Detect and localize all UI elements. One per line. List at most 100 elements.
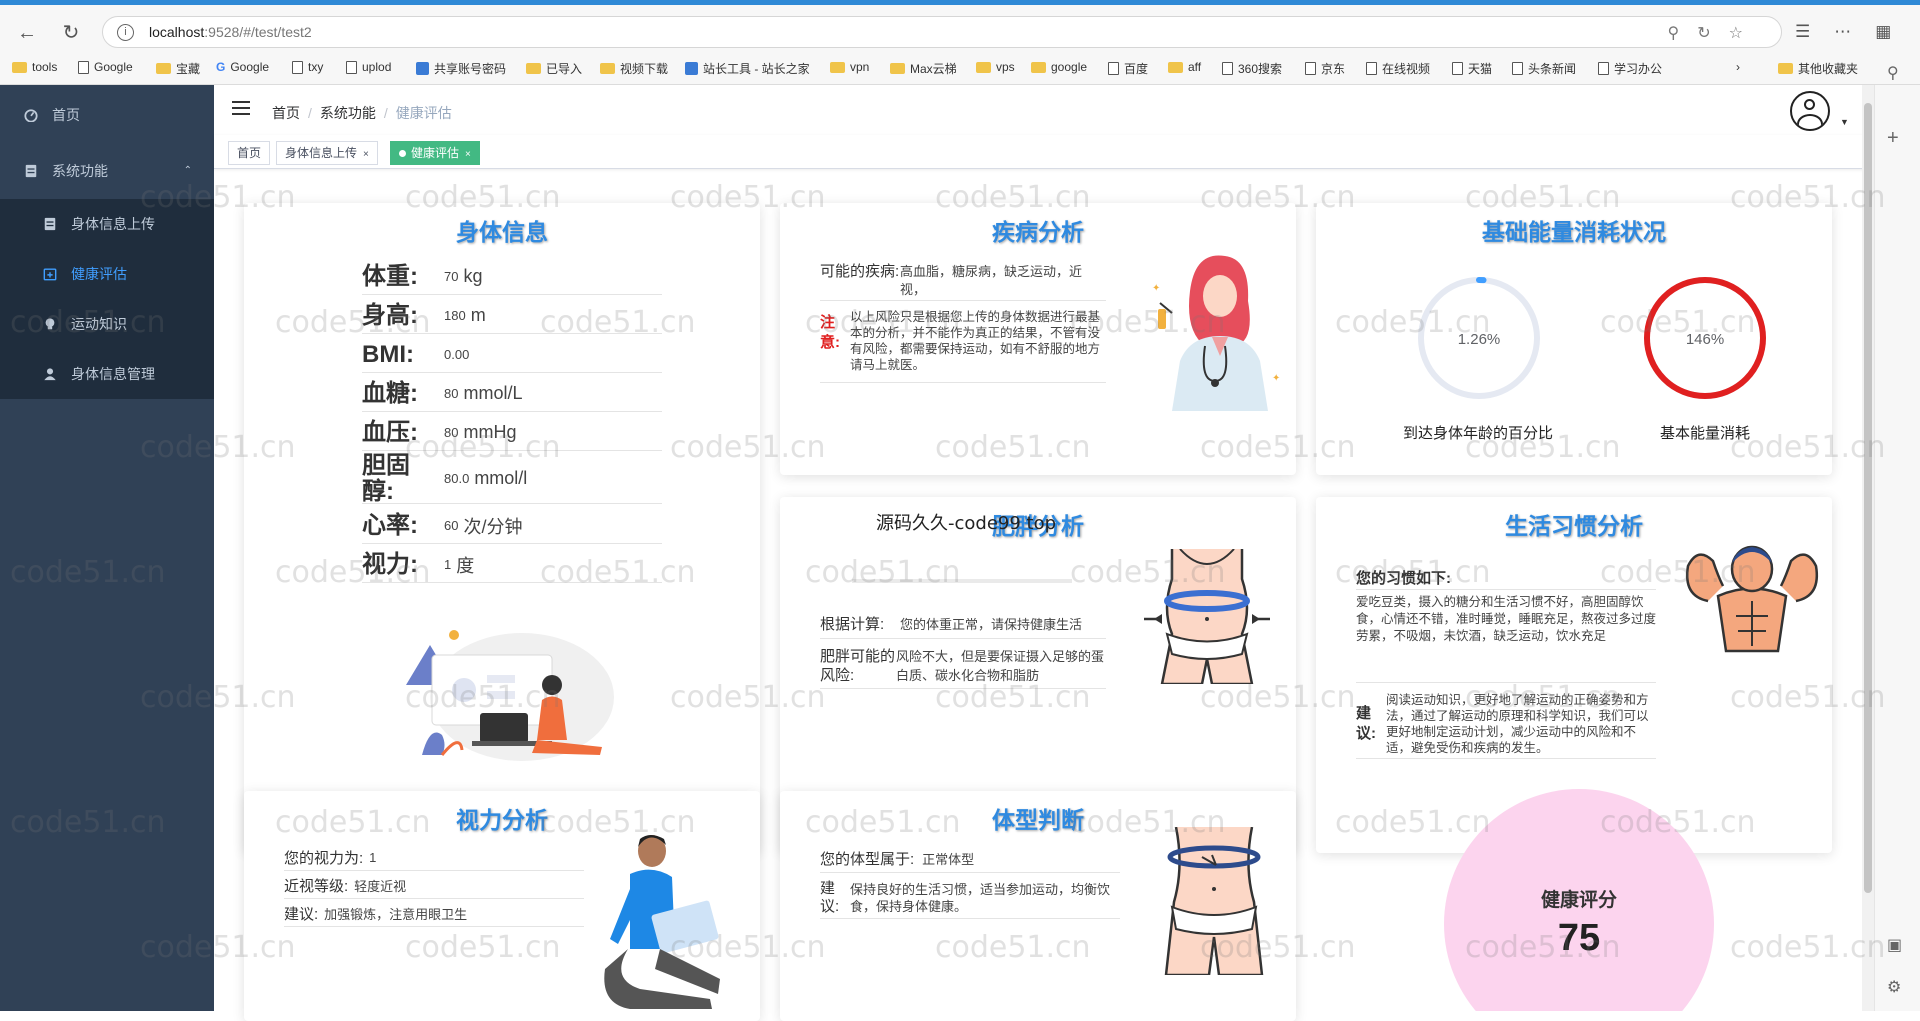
other-bookmarks-folder[interactable]: 其他收藏夹 bbox=[1778, 60, 1858, 77]
body-info-value: 80 bbox=[444, 425, 459, 440]
body-info-row: 胆固醇: 80.0 mmol/l bbox=[362, 452, 662, 504]
bookmark-folder[interactable]: google bbox=[1031, 60, 1087, 74]
bookmark-folder[interactable]: aff bbox=[1168, 60, 1201, 74]
url-text[interactable]: localhost:9528/#/test/test2 bbox=[149, 24, 312, 40]
tag-upload[interactable]: 身体信息上传 × bbox=[276, 141, 378, 165]
tags-view: 首页 身体信息上传 × 健康评估 × bbox=[214, 135, 1920, 169]
body-info-unit: 次/分钟 bbox=[463, 516, 523, 537]
add-icon[interactable]: + bbox=[1887, 127, 1899, 150]
folder-icon bbox=[156, 63, 171, 74]
body-info-unit: mmol/L bbox=[463, 383, 523, 403]
vision-label: 您的视力为: bbox=[284, 850, 364, 867]
possible-disease-value: 高血脂，糖尿病，缺乏运动，近视， bbox=[900, 264, 1083, 297]
sidebar-item-health-eval[interactable]: 健康评估 bbox=[0, 249, 214, 299]
divider bbox=[852, 579, 1072, 583]
breadcrumb-item[interactable]: 首页 bbox=[272, 105, 300, 121]
sidebar-item-system[interactable]: 系统功能 ⌃ bbox=[0, 146, 214, 196]
bookmark-link[interactable]: 在线视频 bbox=[1366, 60, 1430, 77]
site-icon bbox=[416, 62, 429, 75]
gear-icon[interactable]: ⚙ bbox=[1887, 977, 1901, 997]
bookmark-link[interactable]: uplod bbox=[346, 60, 391, 74]
sidebar: 首页 系统功能 ⌃ 身体信息上传 健康评估 运动知识 身体信息管理 bbox=[0, 85, 214, 1011]
body-info-label: 体重: bbox=[362, 262, 418, 290]
bookmarks-more[interactable]: › bbox=[1736, 60, 1740, 74]
note-value: 以上风险只是根据您上传的身体数据进行最基本的分析，并不能作为真正的结果，不管有没… bbox=[850, 310, 1101, 372]
sidebar-item-label: 身体信息管理 bbox=[71, 366, 155, 382]
navbar: 首页 / 系统功能 / 健康评估 ▼ bbox=[214, 85, 1920, 135]
page-icon bbox=[1366, 62, 1377, 75]
bookmark-folder[interactable]: 宝藏 bbox=[156, 60, 200, 77]
avatar[interactable] bbox=[1790, 91, 1830, 131]
close-icon[interactable]: × bbox=[465, 149, 471, 160]
bookmark-folder[interactable]: Max云梯 bbox=[890, 60, 957, 77]
bookmark-folder[interactable]: 视频下载 bbox=[600, 60, 668, 77]
back-icon[interactable]: ← bbox=[12, 18, 42, 48]
slim-waist-illustration bbox=[1164, 827, 1264, 975]
folder-icon bbox=[1168, 61, 1183, 73]
page-icon bbox=[1452, 62, 1463, 75]
advice-label: 建议: bbox=[1356, 704, 1376, 742]
bookmark-folder[interactable]: vpn bbox=[830, 60, 869, 74]
sidebar-item-label: 运动知识 bbox=[71, 316, 127, 332]
doctor-illustration: ✦✦ bbox=[1152, 255, 1280, 411]
sidebar-item-label: 系统功能 bbox=[52, 163, 108, 179]
address-bar-actions[interactable]: ⚲↻☆ bbox=[1668, 23, 1761, 43]
note-row: 注意: 以上风险只是根据您上传的身体数据进行最基本的分析，并不能作为真正的结果，… bbox=[820, 309, 1106, 383]
scrollbar-thumb[interactable] bbox=[1864, 103, 1872, 893]
laptop-woman-illustration bbox=[406, 630, 614, 761]
tag-home[interactable]: 首页 bbox=[228, 141, 271, 165]
gauge-percent: 1.26% bbox=[1458, 331, 1501, 348]
caret-down-icon[interactable]: ▼ bbox=[1840, 117, 1849, 127]
bookmark-link[interactable]: 头条新闻 bbox=[1512, 60, 1576, 77]
body-type-row: 您的体型属于: 正常体型 bbox=[820, 845, 1120, 873]
sidebar-item-exercise[interactable]: 运动知识 bbox=[0, 299, 214, 349]
screenshot-icon[interactable]: ▣ bbox=[1887, 935, 1902, 955]
bookmark-link[interactable]: 360搜索 bbox=[1222, 60, 1282, 77]
user-icon bbox=[44, 368, 56, 381]
body-info-row: 身高: 180 m bbox=[362, 298, 662, 334]
bookmark-link[interactable]: 共享账号密码 bbox=[416, 60, 506, 77]
bookmark-link[interactable]: G Google bbox=[216, 60, 269, 74]
sidebar-item-label: 首页 bbox=[52, 107, 80, 123]
bookmark-link[interactable]: Google bbox=[78, 60, 133, 74]
body-info-unit: mmol/l bbox=[474, 468, 528, 488]
bookmark-link[interactable]: 学习办公 bbox=[1598, 60, 1662, 77]
body-info-row: 血压: 80 mmHg bbox=[362, 415, 662, 451]
site-info-icon[interactable]: i bbox=[117, 24, 134, 41]
bookmark-link[interactable]: 百度 bbox=[1108, 60, 1148, 77]
overlay-watermark-text: 源码久久-code99 top bbox=[876, 513, 1057, 534]
breadcrumb-current: 健康评估 bbox=[395, 105, 452, 121]
possible-disease-row: 可能的疾病: 高血脂，糖尿病，缺乏运动，近视， bbox=[820, 263, 1106, 301]
reload-icon[interactable]: ↻ bbox=[56, 18, 86, 48]
folder-icon bbox=[830, 61, 845, 73]
chevron-up-icon[interactable]: ⌃ bbox=[184, 165, 192, 176]
bookmark-link[interactable]: txy bbox=[292, 60, 323, 74]
breadcrumb: 首页 / 系统功能 / 健康评估 bbox=[272, 105, 452, 121]
close-icon[interactable]: × bbox=[363, 149, 369, 160]
sidebar-item-home[interactable]: 首页 bbox=[0, 90, 214, 140]
page-icon bbox=[1598, 62, 1609, 75]
browser-toolbar-buttons[interactable]: ☰⋯▦ bbox=[1795, 22, 1915, 42]
vision-row: 您的视力为: 1 bbox=[284, 845, 584, 871]
body-info-label: 心率: bbox=[362, 511, 418, 539]
bookmark-link[interactable]: 京东 bbox=[1305, 60, 1345, 77]
bookmark-link[interactable]: 天猫 bbox=[1452, 60, 1492, 77]
bookmark-folder[interactable]: tools bbox=[12, 60, 57, 74]
hamburger-icon[interactable] bbox=[232, 101, 250, 117]
breadcrumb-item[interactable]: 系统功能 bbox=[320, 105, 376, 121]
body-info-label: 身高: bbox=[362, 301, 418, 329]
address-bar[interactable]: i localhost:9528/#/test/test2 ⚲↻☆ bbox=[102, 16, 1782, 48]
sidebar-item-manage[interactable]: 身体信息管理 bbox=[0, 349, 214, 399]
energy-card: 基础能量消耗状况 1.26% 到达身体年龄的百分比 146% 基本能量消耗 bbox=[1316, 203, 1832, 475]
sidebar-item-upload[interactable]: 身体信息上传 bbox=[0, 199, 214, 249]
page-scrollbar[interactable] bbox=[1862, 85, 1874, 1011]
body-info-value: 80.0 bbox=[444, 471, 470, 486]
health-score-panel: 健康评分 75 bbox=[1444, 789, 1714, 1011]
folder-icon bbox=[12, 61, 27, 73]
tag-health-eval[interactable]: 健康评估 × bbox=[390, 141, 480, 165]
search-icon[interactable]: ⚲ bbox=[1887, 63, 1899, 83]
bookmark-folder[interactable]: vps bbox=[976, 60, 1015, 74]
body-info-label: BMI: bbox=[362, 340, 414, 368]
bookmark-folder[interactable]: 已导入 bbox=[526, 60, 582, 77]
bookmark-link[interactable]: 站长工具 - 站长之家 bbox=[685, 60, 810, 77]
